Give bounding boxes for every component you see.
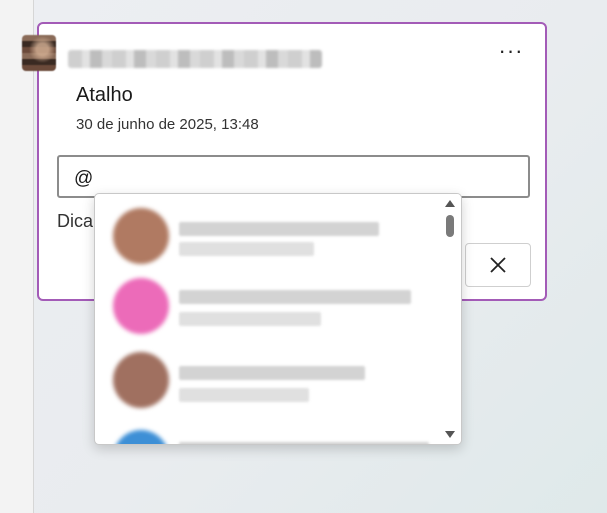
comment-title: Atalho [76,84,133,106]
scroll-thumb[interactable] [446,215,454,237]
suggestion-detail: ███████████ [179,388,309,402]
suggestion-avatar [113,278,169,334]
suggestion-avatar [113,208,169,264]
scroll-up-arrow-icon[interactable] [445,200,455,207]
suggestion-avatar [113,430,169,444]
close-icon [490,257,506,273]
suggestion-item[interactable]: ████████████████ ███████████ [95,344,440,414]
suggestion-item[interactable]: ████████████████████ █████████████ [95,270,440,340]
scroll-down-arrow-icon[interactable] [445,431,455,438]
suggestion-name: ████████████████ [179,366,365,380]
reply-input-value: @ [74,168,94,189]
suggestions-scrollbar[interactable] [439,194,461,444]
suggestion-avatar [113,352,169,408]
more-options-button[interactable]: ··· [493,40,529,68]
hint-text: Dica [57,211,93,231]
suggestion-detail: █████████████ [179,312,321,326]
suggestion-item[interactable]: ██████████████████ [95,418,440,444]
left-pane [0,0,34,513]
suggestion-name: ██████████████████ [179,222,379,236]
cancel-button[interactable] [465,243,531,287]
mention-suggestions-dropdown: ██████████████████ ███████████ █████████… [94,193,462,445]
suggestion-name: ████████████████████ [179,290,411,304]
reply-input[interactable] [57,155,530,198]
comment-date: 30 de junho de 2025, 13:48 [76,116,259,133]
author-name: ██████████████ [68,50,322,68]
suggestion-detail: ███████████ [179,242,314,256]
author-avatar [22,35,56,71]
suggestion-item[interactable]: ██████████████████ ███████████ [95,198,440,268]
suggestion-name: ██████████████████ [179,442,429,444]
